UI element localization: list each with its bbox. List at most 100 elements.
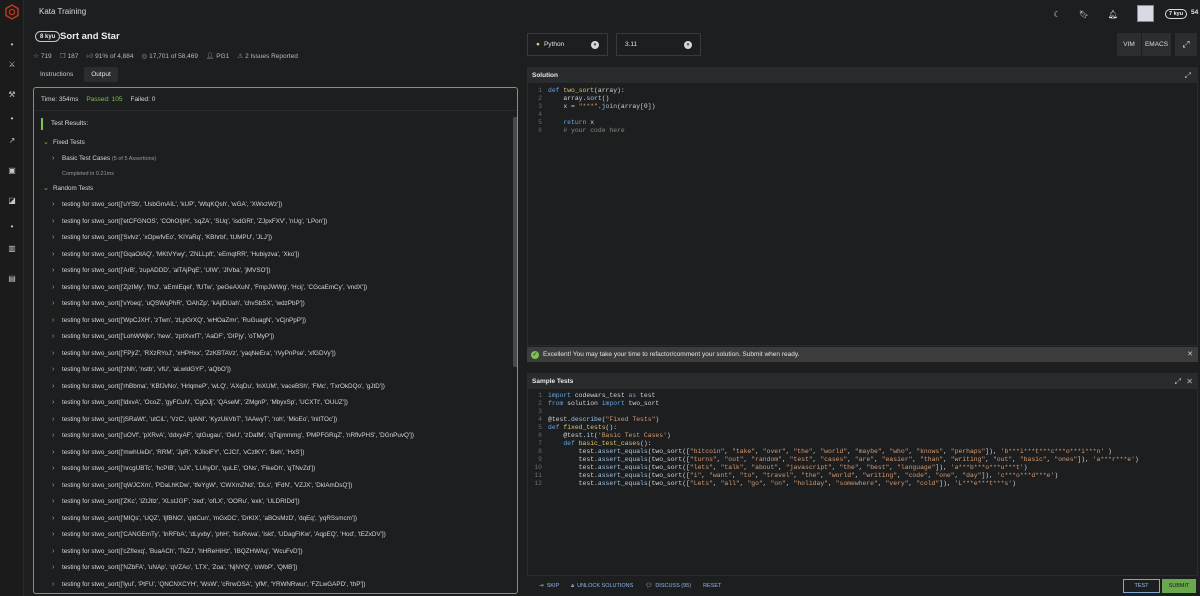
page-title: Kata Training — [39, 7, 86, 16]
reset-button[interactable]: RESET — [703, 583, 721, 589]
close-icon[interactable]: ✕ — [1187, 350, 1193, 358]
random-test-label: testing for stwo_sort(['LohWWjkr', 'hew'… — [62, 333, 274, 340]
leaderboard-icon[interactable]: ↗ — [0, 132, 24, 148]
random-test-row[interactable]: ›testing for stwo_sort(['jSRaWt', 'utCiL… — [41, 411, 511, 428]
random-test-label: testing for stwo_sort(['Svlvz', 'xOpwfvE… — [62, 234, 272, 241]
codewars-logo[interactable] — [0, 4, 24, 20]
bookmark-icon[interactable]: 🔖︎ — [1077, 7, 1091, 21]
random-test-row[interactable]: ›testing for stwo_sort(['ZKc', 'lZtJtlz'… — [41, 494, 511, 511]
basic-test-cases[interactable]: ›Basic Test Cases (5 of 5 Assertions) — [41, 151, 511, 168]
random-test-row[interactable]: ›testing for stwo_sort(['Svlvz', 'xOpwfv… — [41, 230, 511, 247]
random-test-label: testing for stwo_sort(['ZKc', 'lZtJtlz',… — [62, 498, 300, 505]
chevron-right-icon: › — [52, 155, 62, 162]
random-test-label: testing for stwo_sort(['CANGEmTy', 'lnRF… — [62, 531, 386, 538]
random-test-row[interactable]: ›testing for stwo_sort(['ldxvA', 'OcoZ',… — [41, 395, 511, 412]
chevron-right-icon: › — [52, 531, 62, 538]
practice-icon[interactable]: ⚒ — [0, 86, 24, 102]
chevron-right-icon: › — [52, 218, 62, 225]
bookmarks-stat[interactable]: ❐187 — [60, 52, 79, 60]
random-test-row[interactable]: ›testing for stwo_sort(['lyuI', 'PtFU', … — [41, 576, 511, 593]
line-number: 11 — [532, 472, 542, 480]
random-test-row[interactable]: ›testing for stwo_sort(['WpCJXH', 'zTwn'… — [41, 312, 511, 329]
code-line: return x — [548, 119, 594, 127]
random-test-row[interactable]: ›testing for stwo_sort(['vYoeq', 'uQSWqP… — [41, 296, 511, 313]
notification-bell-icon[interactable]: 🔔︎ — [1106, 7, 1120, 21]
random-test-row[interactable]: ›testing for stwo_sort(['zNh', 'nstb', '… — [41, 362, 511, 379]
fixed-tests-group[interactable]: ⌄Fixed Tests — [41, 134, 511, 151]
chevron-right-icon: › — [52, 284, 62, 291]
discussion-icon[interactable]: ◪ — [0, 192, 24, 208]
emacs-mode-button[interactable]: EMACS — [1142, 33, 1171, 56]
chevron-right-icon: › — [52, 498, 62, 505]
expand-icon[interactable]: ⤢ — [1185, 71, 1191, 81]
language-select[interactable]: ● Python ▾ — [527, 33, 608, 56]
chevron-right-icon: › — [52, 383, 62, 390]
random-test-label: testing for stwo_sort(['vYoeq', 'uQSWqPh… — [62, 300, 305, 307]
line-number: 5 — [532, 119, 542, 127]
sample-tests-editor[interactable]: Sample Tests ⤢ ✕ 1import codewars_test a… — [527, 373, 1198, 576]
random-tests-list: ›testing for stwo_sort(['uYSb', 'UsbGmAI… — [41, 197, 511, 593]
theme-moon-icon[interactable]: ☾ — [1050, 7, 1064, 21]
random-test-row[interactable]: ›testing for stwo_sort(['NZbFA', 'uNAp',… — [41, 560, 511, 577]
vim-mode-button[interactable]: VIM — [1117, 33, 1141, 56]
fullscreen-icon[interactable]: ⤢ — [1175, 33, 1197, 56]
random-test-row[interactable]: ›testing for stwo_sort(['etCFGNOS', 'COh… — [41, 213, 511, 230]
random-test-label: testing for stwo_sort(['jSRaWt', 'utCiL'… — [62, 416, 337, 423]
random-test-row[interactable]: ›testing for stwo_sort(['LohWWjkr', 'hew… — [41, 329, 511, 346]
random-test-row[interactable]: ›testing for stwo_sort(['cZfIexq', 'BuaA… — [41, 543, 511, 560]
random-test-row[interactable]: ›testing for stwo_sort(['MIQs', 'UQZ', '… — [41, 510, 511, 527]
issues-stat[interactable]: ⚠2 Issues Reported — [237, 52, 298, 60]
sample-tests-title: Sample Tests — [532, 378, 573, 385]
code-line: test.assert_equals(two_sort(["turns", "o… — [548, 456, 1139, 464]
random-test-row[interactable]: ›testing for stwo_sort(['ArB', 'zupADDD'… — [41, 263, 511, 280]
solution-editor[interactable]: Solution ⤢ 1def two_sort(array): 2 array… — [527, 67, 1198, 346]
chevron-right-icon: › — [52, 317, 62, 324]
random-tests-group[interactable]: ⌄Random Tests — [41, 180, 511, 197]
stars-stat[interactable]: ☆719 — [33, 52, 52, 60]
random-test-row[interactable]: ›testing for stwo_sort(['uYSb', 'UsbGmAI… — [41, 197, 511, 214]
avatar[interactable] — [1137, 5, 1154, 22]
submit-button[interactable]: SUBMIT — [1162, 579, 1196, 593]
chat-icon[interactable]: ▣ — [0, 162, 24, 178]
skip-button[interactable]: ⇥SKIP — [539, 583, 559, 589]
check-circle-icon: ✓ — [531, 351, 539, 359]
author-stat[interactable]: 👤︎PG1 — [206, 52, 229, 60]
docs-icon[interactable]: ▥ — [0, 240, 24, 256]
chevron-right-icon: › — [52, 482, 62, 489]
test-button[interactable]: TEST — [1123, 579, 1160, 593]
tab-output[interactable]: Output — [84, 67, 118, 82]
discuss-button[interactable]: 💬︎DISCUSS (95) — [645, 583, 691, 589]
stars-count: 719 — [41, 53, 52, 60]
discuss-label: DISCUSS (95) — [655, 583, 691, 589]
satisfaction-value: 91% of 4,884 — [95, 53, 133, 60]
code-line: @test.it('Basic Test Cases') — [548, 432, 671, 440]
expand-icon[interactable]: ⤢ — [1175, 377, 1181, 387]
failed-count: Failed: 0 — [130, 96, 155, 103]
random-test-row[interactable]: ›testing for stwo_sort(['ZjzIMy', 'fmJ',… — [41, 279, 511, 296]
random-test-row[interactable]: ›testing for stwo_sort(['CANGEmTy', 'lnR… — [41, 527, 511, 544]
tab-instructions[interactable]: Instructions — [33, 67, 80, 82]
random-test-row[interactable]: ›testing for stwo_sort(['uOVf', 'pXRvA',… — [41, 428, 511, 445]
list-icon[interactable]: ▤ — [0, 270, 24, 286]
unlock-solutions-button[interactable]: 🔒︎UNLOCK SOLUTIONS — [571, 583, 633, 590]
training-icon[interactable]: ⚔ — [0, 56, 24, 72]
random-test-label: testing for stwo_sort(['ZjzIMy', 'fmJ', … — [62, 284, 367, 291]
honor-score: 54 — [1191, 9, 1198, 16]
chevron-right-icon: › — [52, 432, 62, 439]
random-test-row[interactable]: ›testing for stwo_sort(['FPjrZ', 'RXzRYo… — [41, 345, 511, 362]
random-test-row[interactable]: ›testing for stwo_sort(['mwhUeDr', 'RRM'… — [41, 444, 511, 461]
version-select[interactable]: 3.11 ▾ — [616, 33, 701, 56]
close-icon[interactable]: ✕ — [1186, 377, 1193, 386]
random-test-row[interactable]: ›testing for stwo_sort(['GqaOtAQ', 'MKtV… — [41, 246, 511, 263]
version-value: 3.11 — [625, 41, 637, 48]
line-number: 4 — [532, 416, 542, 424]
output-scrollbar[interactable] — [513, 117, 518, 367]
random-test-row[interactable]: ›testing for stwo_sort(['nrcgUBTc', 'hcP… — [41, 461, 511, 478]
output-summary: Time: 354ms Passed: 105 Failed: 0 — [34, 88, 517, 111]
random-test-row[interactable]: ›testing for stwo_sort(['rhBbma', 'KBfJv… — [41, 378, 511, 395]
code-line: def fixed_tests(): — [548, 424, 617, 432]
random-test-label: testing for stwo_sort(['NZbFA', 'uNAp', … — [62, 564, 297, 571]
random-test-row[interactable]: ›testing for stwo_sort(['qWJCXm', 'PDaLh… — [41, 477, 511, 494]
warning-icon: ⚠ — [237, 53, 243, 60]
line-number: 3 — [532, 103, 542, 111]
